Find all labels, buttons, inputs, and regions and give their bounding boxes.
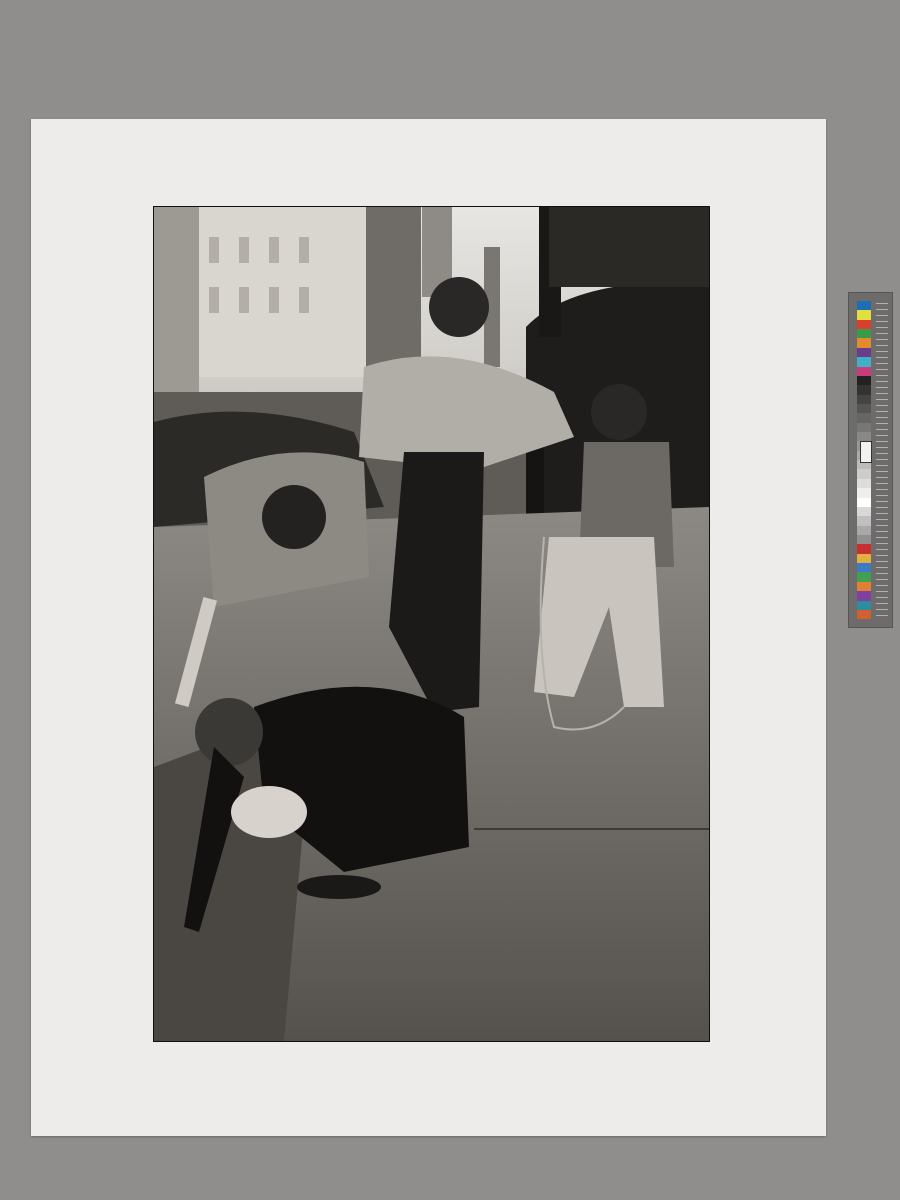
color-patch — [857, 488, 871, 498]
color-patch — [857, 357, 871, 367]
color-patch — [857, 394, 871, 404]
color-patch — [857, 506, 871, 517]
color-patch — [857, 301, 871, 311]
building-left — [194, 207, 369, 377]
color-patch — [857, 544, 871, 554]
color-patch — [857, 581, 871, 592]
crouching-child-head — [195, 698, 263, 766]
photograph — [153, 206, 710, 1042]
card-label-box — [860, 441, 872, 463]
crouching-child-knee — [231, 786, 307, 838]
tower-dark — [366, 207, 421, 367]
color-patch — [857, 366, 871, 376]
color-patch — [857, 553, 871, 564]
small-girl-head — [591, 384, 647, 440]
crouching-child-shoe — [297, 875, 381, 899]
color-patch — [857, 478, 871, 489]
color-patch — [857, 347, 871, 358]
color-patch — [857, 310, 871, 320]
boy-head — [429, 277, 489, 337]
storefront — [549, 207, 709, 287]
color-patch — [857, 403, 871, 414]
building-far-left — [154, 207, 199, 397]
color-patch — [857, 563, 871, 573]
color-patch — [857, 534, 871, 545]
color-calibration-card — [848, 292, 893, 628]
color-patch — [857, 338, 871, 348]
girl-head — [262, 485, 326, 549]
street-scene — [154, 207, 709, 1041]
color-patch — [857, 525, 871, 535]
color-patch — [857, 329, 871, 339]
color-patch — [857, 422, 871, 433]
color-patch — [857, 413, 871, 423]
color-patch — [857, 375, 871, 386]
color-patch — [857, 591, 871, 601]
color-patch — [857, 516, 871, 526]
color-patch — [857, 469, 871, 479]
color-patch — [857, 385, 871, 395]
color-patch — [857, 497, 871, 507]
color-patch — [857, 432, 871, 442]
scale-ticks — [876, 303, 888, 617]
color-patch — [857, 572, 871, 582]
color-patch — [857, 319, 871, 330]
color-patch — [857, 600, 871, 610]
color-patch — [857, 609, 871, 620]
